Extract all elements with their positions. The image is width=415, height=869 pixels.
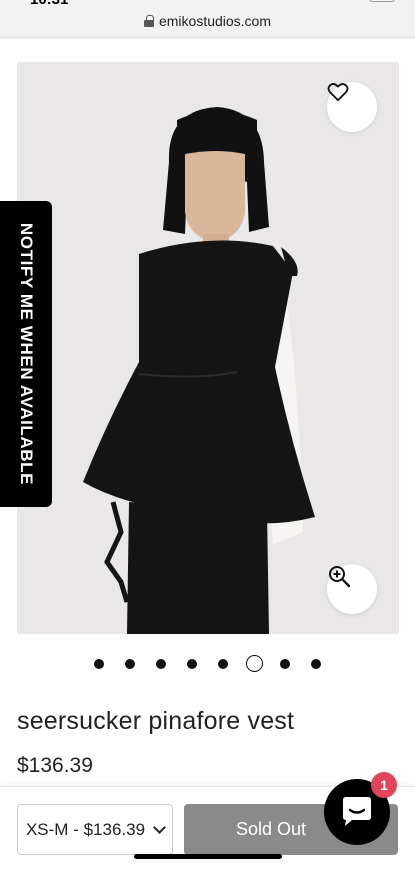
sold-out-label: Sold Out (235, 819, 307, 839)
url-bar[interactable]: emikostudios.com (0, 6, 415, 36)
header-divider (0, 36, 415, 39)
chevron-down-icon (153, 820, 166, 834)
status-icons (335, 0, 395, 4)
product-image[interactable] (17, 62, 399, 634)
product-title: seersucker pinafore vest (17, 707, 295, 735)
battery-icon (369, 0, 395, 2)
notify-me-label: NOTIFY ME WHEN AVAILABLE (17, 222, 36, 486)
carousel-dots (0, 655, 415, 673)
wishlist-button[interactable] (327, 82, 377, 132)
carousel-dot[interactable] (125, 659, 135, 669)
home-indicator (134, 854, 282, 859)
product-photo (17, 62, 399, 634)
carousel-dot[interactable] (218, 659, 228, 669)
carousel-dot[interactable] (94, 659, 104, 669)
chat-badge: 1 (371, 772, 397, 798)
heart-icon (327, 83, 349, 102)
product-price: $136.39 (17, 754, 93, 777)
carousel-dot[interactable] (280, 659, 290, 669)
url-text[interactable]: emikostudios.com (159, 13, 271, 29)
variant-label: XS-M - $136.39 (25, 819, 146, 839)
lock-icon (143, 15, 154, 27)
carousel-dot-active[interactable] (245, 655, 263, 672)
zoom-in-icon (329, 566, 351, 588)
variant-select[interactable]: XS-M - $136.39 (17, 804, 173, 855)
chat-bubble-icon (343, 797, 371, 826)
carousel-dot[interactable] (156, 659, 166, 669)
notify-me-tab[interactable]: NOTIFY ME WHEN AVAILABLE (0, 201, 52, 507)
carousel-dot[interactable] (187, 659, 197, 669)
carousel-dot[interactable] (311, 659, 321, 669)
zoom-button[interactable] (327, 564, 377, 614)
